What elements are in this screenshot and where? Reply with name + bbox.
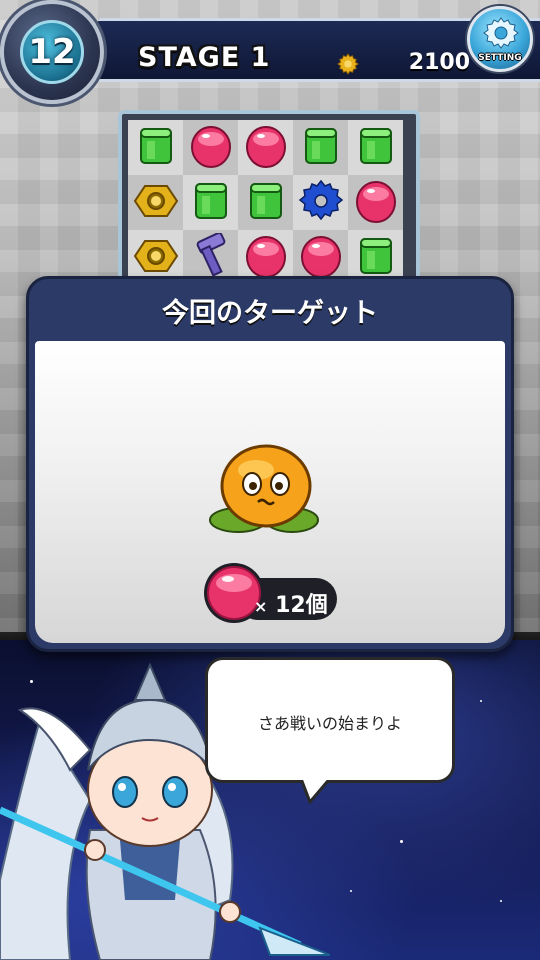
orange-slime-monster-icon bbox=[209, 444, 319, 533]
gold-nut-icon bbox=[133, 178, 179, 228]
pink-gem-icon bbox=[243, 233, 289, 283]
board-cell[interactable] bbox=[238, 175, 293, 230]
setting-button[interactable]: SETTING bbox=[467, 6, 533, 72]
puzzle-board[interactable] bbox=[118, 110, 420, 290]
green-block-icon bbox=[298, 123, 344, 173]
moves-badge: 12 bbox=[0, 0, 104, 104]
pink-gem-icon bbox=[188, 123, 234, 173]
speech-bubble: さあ戦いの始まりよ bbox=[205, 657, 455, 783]
star bbox=[400, 840, 403, 843]
board-cell[interactable] bbox=[183, 120, 238, 175]
speech-text: さあ戦いの始まりよ bbox=[257, 714, 402, 733]
pink-gem-icon bbox=[298, 233, 344, 283]
gold-nut-icon bbox=[133, 233, 179, 283]
dialog-title: 今回のターゲット bbox=[162, 298, 378, 329]
board-cell[interactable] bbox=[293, 175, 348, 230]
pink-gem-icon bbox=[353, 178, 399, 228]
star bbox=[500, 900, 502, 902]
stage-label: STAGE 1 bbox=[138, 42, 271, 73]
green-block-icon bbox=[353, 123, 399, 173]
pink-gem-icon bbox=[243, 123, 289, 173]
gear-icon bbox=[483, 17, 519, 49]
green-block-icon bbox=[353, 233, 399, 283]
blue-gear-icon bbox=[298, 178, 344, 228]
coin-gear-icon bbox=[337, 53, 359, 75]
star bbox=[350, 890, 352, 892]
puzzle-grid bbox=[128, 120, 410, 285]
purple-bolt-icon bbox=[188, 231, 234, 283]
board-cell[interactable] bbox=[293, 120, 348, 175]
star bbox=[480, 700, 482, 702]
board-cell[interactable] bbox=[128, 120, 183, 175]
board-cell[interactable] bbox=[348, 120, 403, 175]
setting-label: SETTING bbox=[478, 53, 522, 63]
speech-bubble-tail bbox=[298, 776, 334, 804]
green-block-icon bbox=[243, 178, 289, 228]
score-value: 2100 bbox=[408, 50, 470, 75]
board-cell[interactable] bbox=[128, 175, 183, 230]
board-cell[interactable] bbox=[348, 175, 403, 230]
moves-remaining: 12 bbox=[20, 20, 84, 84]
board-cell[interactable] bbox=[183, 175, 238, 230]
board-cell[interactable] bbox=[238, 120, 293, 175]
goal-count: × 12個 bbox=[254, 593, 328, 618]
goal-count-value: 12個 bbox=[275, 593, 328, 618]
green-block-icon bbox=[133, 123, 179, 173]
green-block-icon bbox=[188, 178, 234, 228]
